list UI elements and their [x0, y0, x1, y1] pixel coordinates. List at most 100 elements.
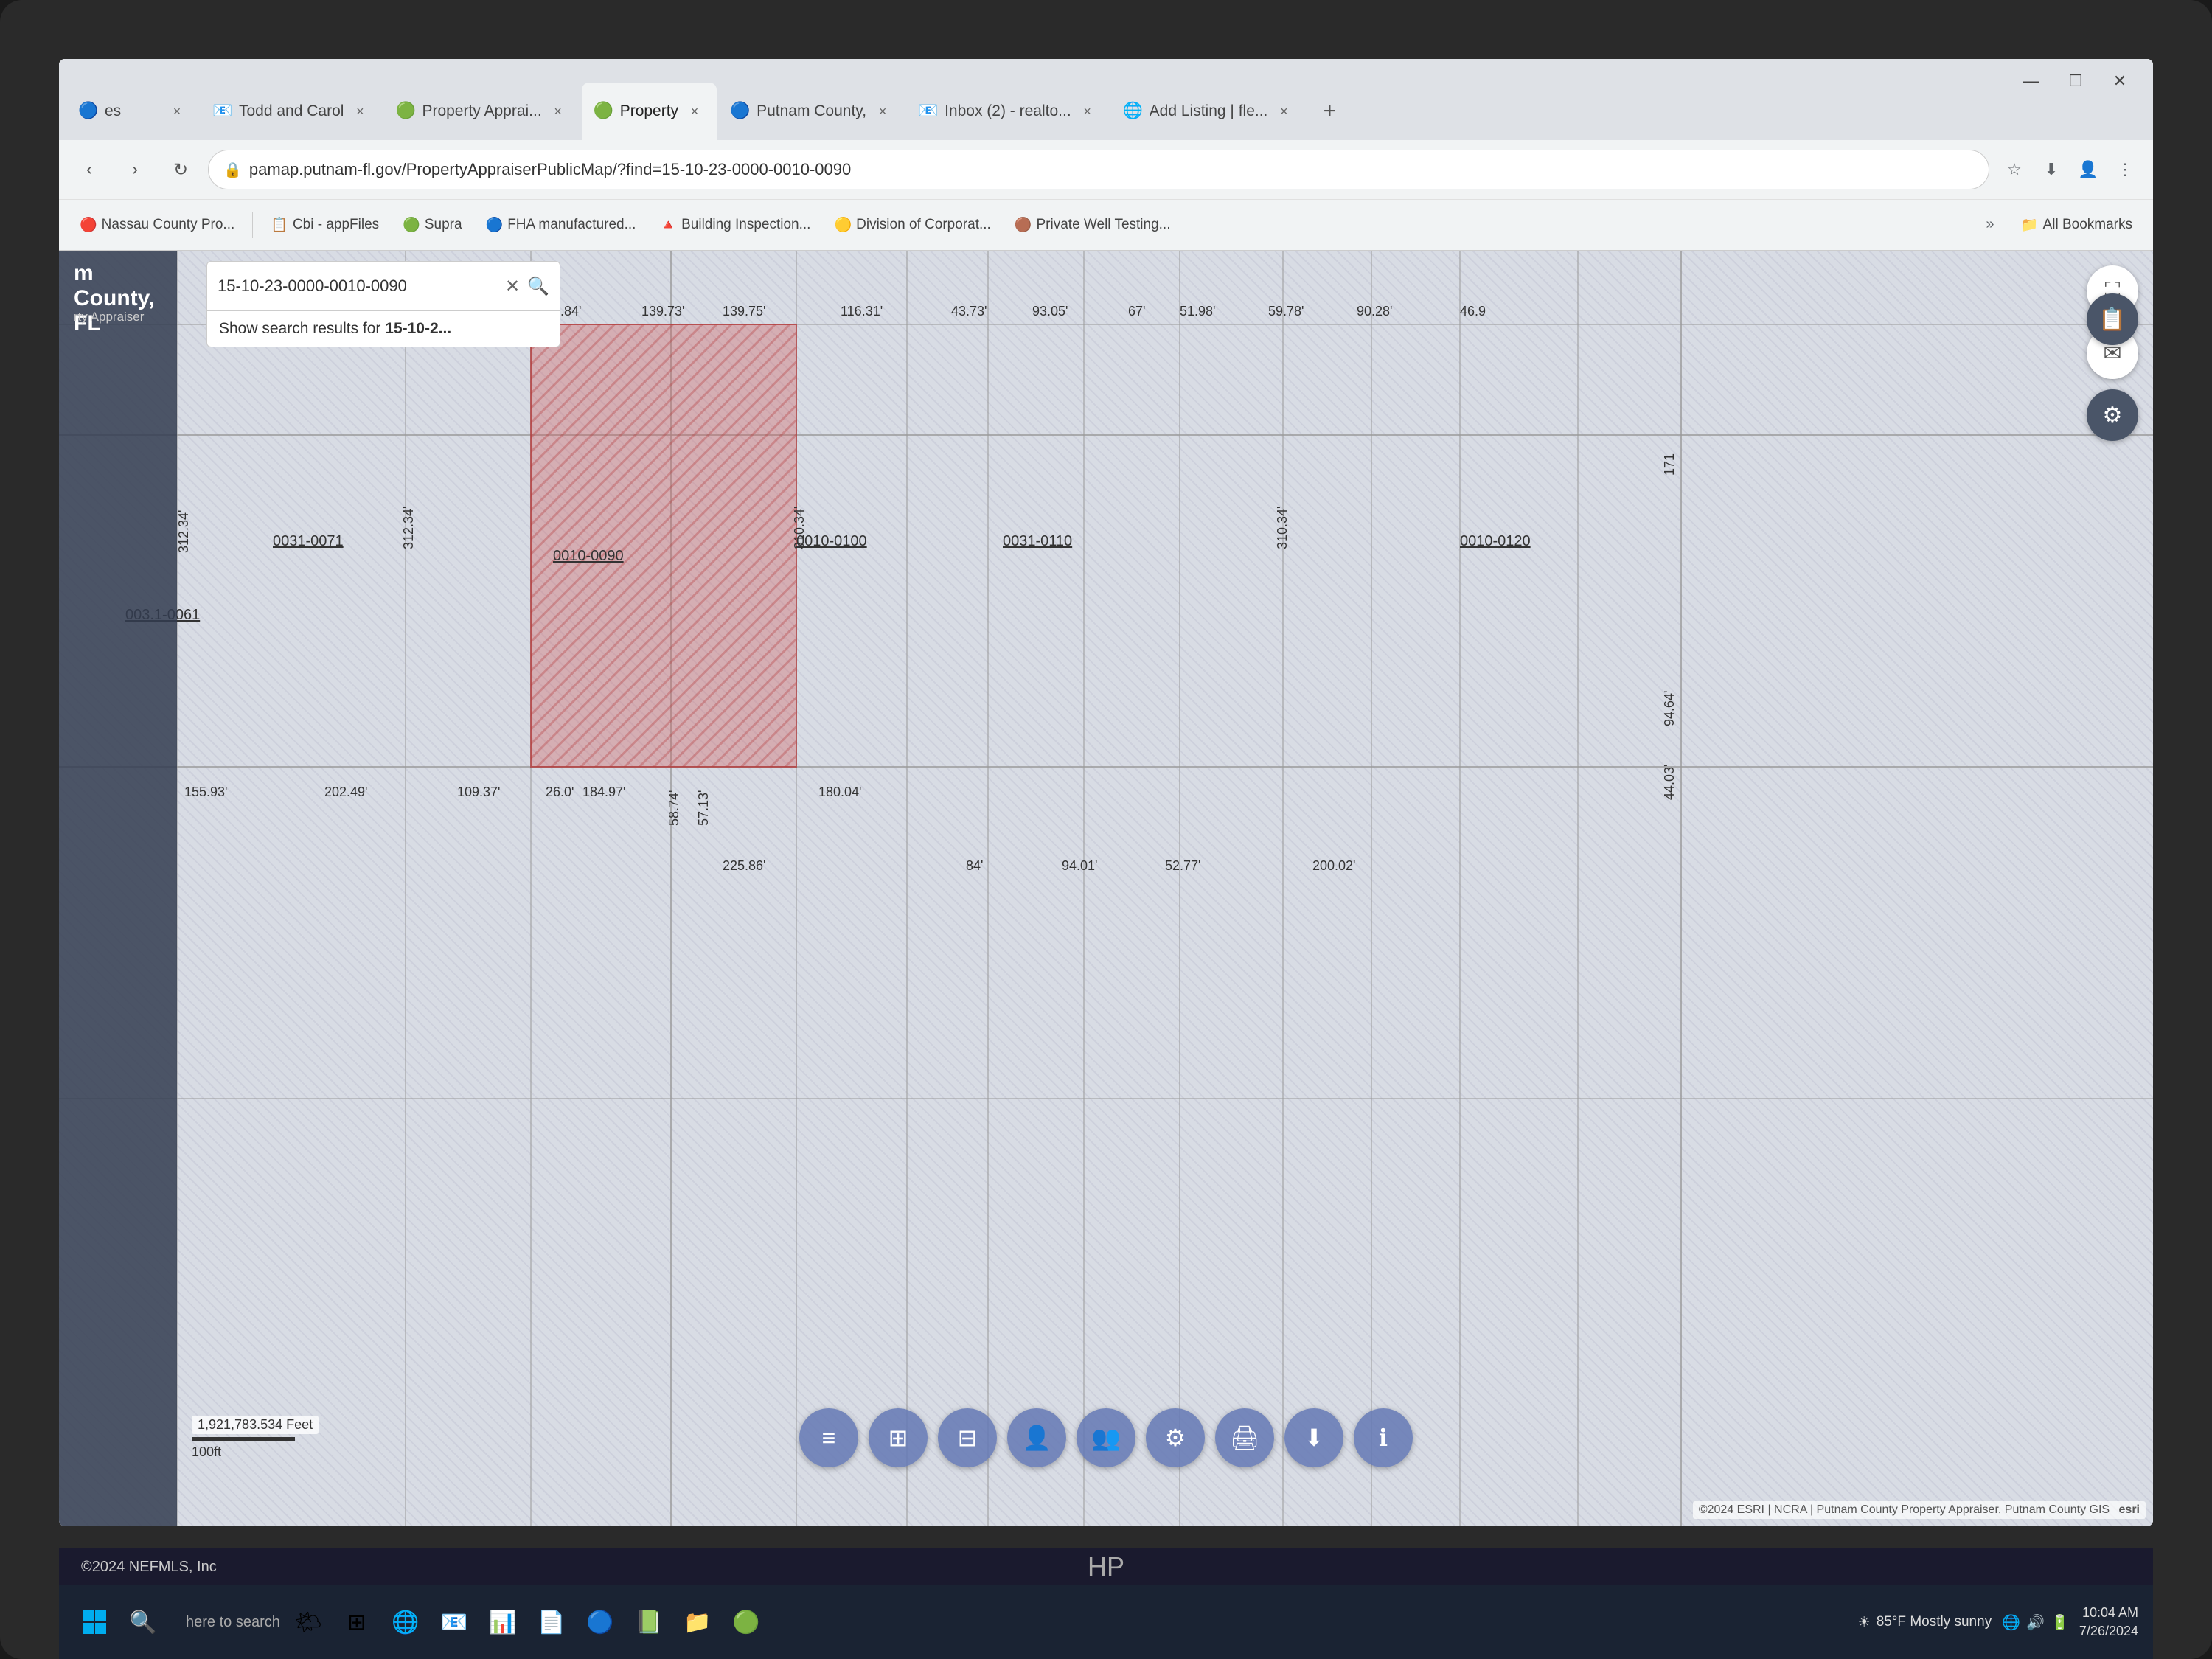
taskbar-widgets[interactable]: 🌤	[288, 1601, 329, 1643]
map-bottom-toolbar: ≡ ⊞ ⊟ 👤 👥 ⚙ 🖨 ⬇ ℹ	[799, 1408, 1413, 1467]
map-controls-right: ⛶ ✉ ⚙ 📋	[2087, 265, 2138, 441]
bookmark-well[interactable]: 🟤 Private Well Testing...	[1006, 212, 1180, 238]
taskbar-search-text: here to search	[186, 1614, 280, 1631]
restore-button[interactable]: ☐	[2057, 66, 2094, 96]
bookmark-star-icon[interactable]: ☆	[1998, 153, 2031, 186]
info-toolbar-btn[interactable]: ℹ	[1354, 1408, 1413, 1467]
apps-toolbar-btn[interactable]: ⊟	[938, 1408, 997, 1467]
tab-favicon-4: 🟢	[594, 101, 614, 122]
new-tab-button[interactable]: +	[1307, 83, 1352, 140]
search-suggestion-highlight: 15-10-2...	[385, 320, 451, 337]
search-box[interactable]: ✕ 🔍	[206, 261, 560, 311]
bookmark-favicon-7: 🟤	[1015, 216, 1032, 234]
tab-favicon-7: 🌐	[1123, 101, 1144, 122]
back-button[interactable]: ‹	[71, 151, 108, 188]
taskbar-outlook[interactable]: 📧	[434, 1601, 475, 1643]
svg-text:51.98': 51.98'	[1180, 304, 1215, 319]
volume-icon[interactable]: 🔊	[2026, 1613, 2045, 1632]
forward-button[interactable]: ›	[116, 151, 153, 188]
taskbar-chrome[interactable]: 🌐	[385, 1601, 426, 1643]
svg-text:139.73': 139.73'	[641, 304, 685, 319]
tab-label-2: Todd and Carol	[239, 102, 344, 120]
bookmark-label-1: Nassau County Pro...	[102, 217, 235, 233]
menu-toolbar-btn[interactable]: ≡	[799, 1408, 858, 1467]
tab-close-2[interactable]: ×	[349, 101, 370, 122]
search-clear-icon[interactable]: ✕	[505, 276, 520, 297]
profile-icon[interactable]: 👤	[2072, 153, 2104, 186]
tab-property-active[interactable]: 🟢 Property ×	[582, 83, 717, 140]
settings-toolbar-btn[interactable]: ⚙	[1146, 1408, 1205, 1467]
network-icon[interactable]: 🌐	[2002, 1613, 2020, 1632]
svg-text:94.01': 94.01'	[1062, 858, 1097, 873]
person-toolbar-btn[interactable]: 👤	[1007, 1408, 1066, 1467]
svg-text:26.0': 26.0'	[546, 785, 574, 799]
search-go-icon[interactable]: 🔍	[527, 276, 549, 297]
hp-logo: HP	[1088, 1551, 1124, 1582]
tab-close-6[interactable]: ×	[1077, 101, 1098, 122]
tab-prop-appraiser[interactable]: 🟢 Property Apprai... ×	[383, 83, 580, 140]
tab-todd[interactable]: 📧 Todd and Carol ×	[201, 83, 382, 140]
taskbar-files[interactable]: 📁	[677, 1601, 718, 1643]
print-toolbar-btn[interactable]: 🖨	[1215, 1408, 1274, 1467]
notes-button[interactable]: 📋	[2087, 293, 2138, 345]
layers-button[interactable]: ⚙	[2087, 389, 2138, 441]
taskbar-clock[interactable]: 10:04 AM 7/26/2024	[2079, 1604, 2138, 1641]
tab-close-1[interactable]: ×	[167, 101, 187, 122]
taskbar-task-view[interactable]: ⊞	[336, 1601, 378, 1643]
taskbar-search[interactable]: here to search	[186, 1614, 280, 1631]
group-toolbar-btn[interactable]: 👥	[1077, 1408, 1135, 1467]
minimize-button[interactable]: —	[2013, 66, 2050, 96]
bookmark-nassau[interactable]: 🔴 Nassau County Pro...	[71, 212, 243, 238]
esri-text: ©2024 ESRI | NCRA | Putnam County Proper…	[1699, 1503, 2110, 1516]
taskbar-word[interactable]: 📄	[531, 1601, 572, 1643]
taskbar-search-icon[interactable]: 🔍	[122, 1601, 164, 1643]
tab-add-listing[interactable]: 🌐 Add Listing | fle... ×	[1111, 83, 1307, 140]
close-button[interactable]: ✕	[2101, 66, 2138, 96]
bookmark-cbi[interactable]: 📋 Cbi - appFiles	[262, 212, 388, 238]
svg-text:94.64': 94.64'	[1662, 691, 1677, 726]
search-input[interactable]	[218, 276, 498, 296]
svg-text:0031-0110: 0031-0110	[1003, 533, 1072, 549]
tab-favicon-3: 🟢	[395, 101, 416, 122]
weather-icon: ☀	[1858, 1614, 1871, 1631]
taskbar-system-icons: 🌐 🔊 🔋	[2002, 1613, 2069, 1632]
taskbar-search2[interactable]: 🟢	[726, 1601, 767, 1643]
tab-es[interactable]: 🔵 es ×	[66, 83, 199, 140]
tab-inbox[interactable]: 📧 Inbox (2) - realto... ×	[906, 83, 1110, 140]
tab-close-3[interactable]: ×	[548, 101, 568, 122]
prop-appraiser-label: rty Appraiser	[74, 310, 144, 324]
menu-icon[interactable]: ⋮	[2109, 153, 2141, 186]
taskbar-excel[interactable]: 📗	[628, 1601, 669, 1643]
bookmark-building[interactable]: 🔺 Building Inspection...	[650, 212, 819, 238]
bookmark-favicon-3: 🟢	[403, 216, 420, 234]
address-bar[interactable]: 🔒 pamap.putnam-fl.gov/PropertyAppraiserP…	[208, 150, 1989, 189]
folder-icon: 📁	[2021, 216, 2039, 234]
bookmark-supra[interactable]: 🟢 Supra	[394, 212, 470, 238]
tab-favicon-6: 📧	[918, 101, 939, 122]
taskbar-edge[interactable]: 🔵	[580, 1601, 621, 1643]
bookmark-label-3: Supra	[425, 217, 462, 233]
map-area[interactable]: 104.65' 34.19' 138.84' 138.84' 139.73' 1…	[59, 251, 2153, 1526]
svg-text:52.77': 52.77'	[1165, 858, 1200, 873]
download-toolbar-btn[interactable]: ⬇	[1284, 1408, 1343, 1467]
window-controls: — ☐ ✕	[2013, 66, 2138, 96]
tab-close-7[interactable]: ×	[1273, 101, 1294, 122]
taskbar-powerpoint[interactable]: 📊	[482, 1601, 524, 1643]
address-actions: ☆ ⬇ 👤 ⋮	[1998, 153, 2141, 186]
bookmark-division[interactable]: 🟡 Division of Corporat...	[825, 212, 999, 238]
more-bookmarks-icon[interactable]: »	[1974, 209, 2006, 241]
tab-close-4[interactable]: ×	[684, 101, 705, 122]
search-dropdown[interactable]: Show search results for 15-10-2...	[206, 311, 560, 347]
tab-putnam[interactable]: 🔵 Putnam County, ×	[718, 83, 905, 140]
layers-toolbar-btn[interactable]: ⊞	[869, 1408, 928, 1467]
battery-icon[interactable]: 🔋	[2051, 1613, 2069, 1632]
tab-close-5[interactable]: ×	[872, 101, 893, 122]
bookmark-fha[interactable]: 🔵 FHA manufactured...	[477, 212, 645, 238]
weather-text: 85°F Mostly sunny	[1877, 1614, 1992, 1630]
bookmark-all[interactable]: 📁 All Bookmarks	[2012, 212, 2141, 238]
svg-text:0010-0090: 0010-0090	[553, 548, 624, 564]
reload-button[interactable]: ↻	[162, 151, 199, 188]
download-icon[interactable]: ⬇	[2035, 153, 2067, 186]
start-button[interactable]	[74, 1601, 115, 1643]
date-display: 7/26/2024	[2079, 1622, 2138, 1641]
